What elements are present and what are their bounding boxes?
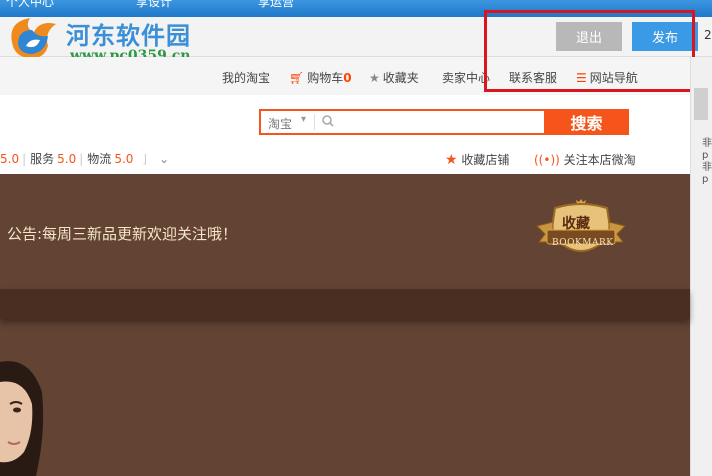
topbar-item-design[interactable]: 享设计: [136, 0, 172, 10]
cart-icon: 🛒︎: [289, 71, 305, 85]
banner-notice: 公告:每周三新品更新欢迎关注哦！: [7, 225, 238, 243]
star-icon: ★: [369, 71, 380, 85]
rating-score-description: 5.0: [0, 152, 20, 166]
bookmark-badge-title: 收藏: [562, 216, 590, 232]
chevron-down-icon[interactable]: ▾: [301, 114, 306, 125]
ratings-expand-icon[interactable]: ⌄: [159, 152, 169, 166]
side-text-1: 非: [702, 138, 712, 149]
search-box: 淘宝 ▾ 搜索: [259, 109, 629, 135]
cropped-edge-text: 2: [704, 28, 712, 42]
rating-service-label: 服务: [30, 152, 55, 166]
bookmark-badge-subtitle: BOOKMARK: [552, 238, 614, 248]
star-icon: ★: [445, 152, 458, 168]
follow-weitao-button[interactable]: ((•)) 关注本店微淘: [534, 151, 636, 168]
topbar-item-personal-center[interactable]: 个人中心: [6, 0, 54, 10]
watermark-title: 河东软件园: [66, 21, 191, 50]
nav-favorites-label: 收藏夹: [382, 71, 419, 85]
side-text-4: p: [702, 174, 709, 185]
highlight-annotation-box: [484, 10, 695, 92]
favorite-shop-button[interactable]: ★ 收藏店铺: [445, 151, 509, 168]
side-text-3: 非: [702, 162, 712, 173]
search-input[interactable]: [341, 113, 541, 131]
favorite-shop-label: 收藏店铺: [461, 153, 510, 167]
side-text-2: p: [702, 150, 709, 161]
search-scope-select[interactable]: 淘宝: [268, 115, 292, 132]
rating-logistics-label: 物流: [87, 152, 112, 166]
cropped-side-text: 非 p 非 p: [702, 138, 712, 186]
search-divider: [314, 114, 315, 130]
nav-cart[interactable]: 🛒︎ 购物车0: [289, 69, 352, 86]
model-photo: [0, 361, 44, 476]
rating-logistics-score: 5.0: [114, 152, 134, 166]
shop-ratings: 5.0 | 服务 5.0 | 物流 5.0 ⌋ ⌄: [0, 152, 170, 166]
bookmark-badge-icon[interactable]: [533, 198, 629, 268]
nav-favorites[interactable]: ★ 收藏夹: [369, 69, 419, 86]
search-icon: [322, 115, 334, 127]
banner-nav-band: [0, 289, 690, 319]
nav-seller-center[interactable]: 卖家中心: [442, 69, 490, 86]
broadcast-icon: ((•)): [534, 153, 560, 167]
search-button[interactable]: 搜索: [544, 109, 629, 135]
follow-weitao-label: 关注本店微淘: [563, 153, 636, 167]
nav-my-taobao[interactable]: 我的淘宝: [222, 69, 270, 86]
scrollbar-thumb[interactable]: [694, 88, 708, 120]
rating-service-score: 5.0: [57, 152, 77, 166]
nav-cart-label: 购物车: [307, 71, 344, 85]
page-root: 个人中心 享设计 享运营 退出 发布 2 河东软件园 www.pc0359.cn…: [0, 0, 712, 476]
cart-count: 0: [343, 71, 352, 85]
topbar-item-operate[interactable]: 享运营: [258, 0, 294, 10]
